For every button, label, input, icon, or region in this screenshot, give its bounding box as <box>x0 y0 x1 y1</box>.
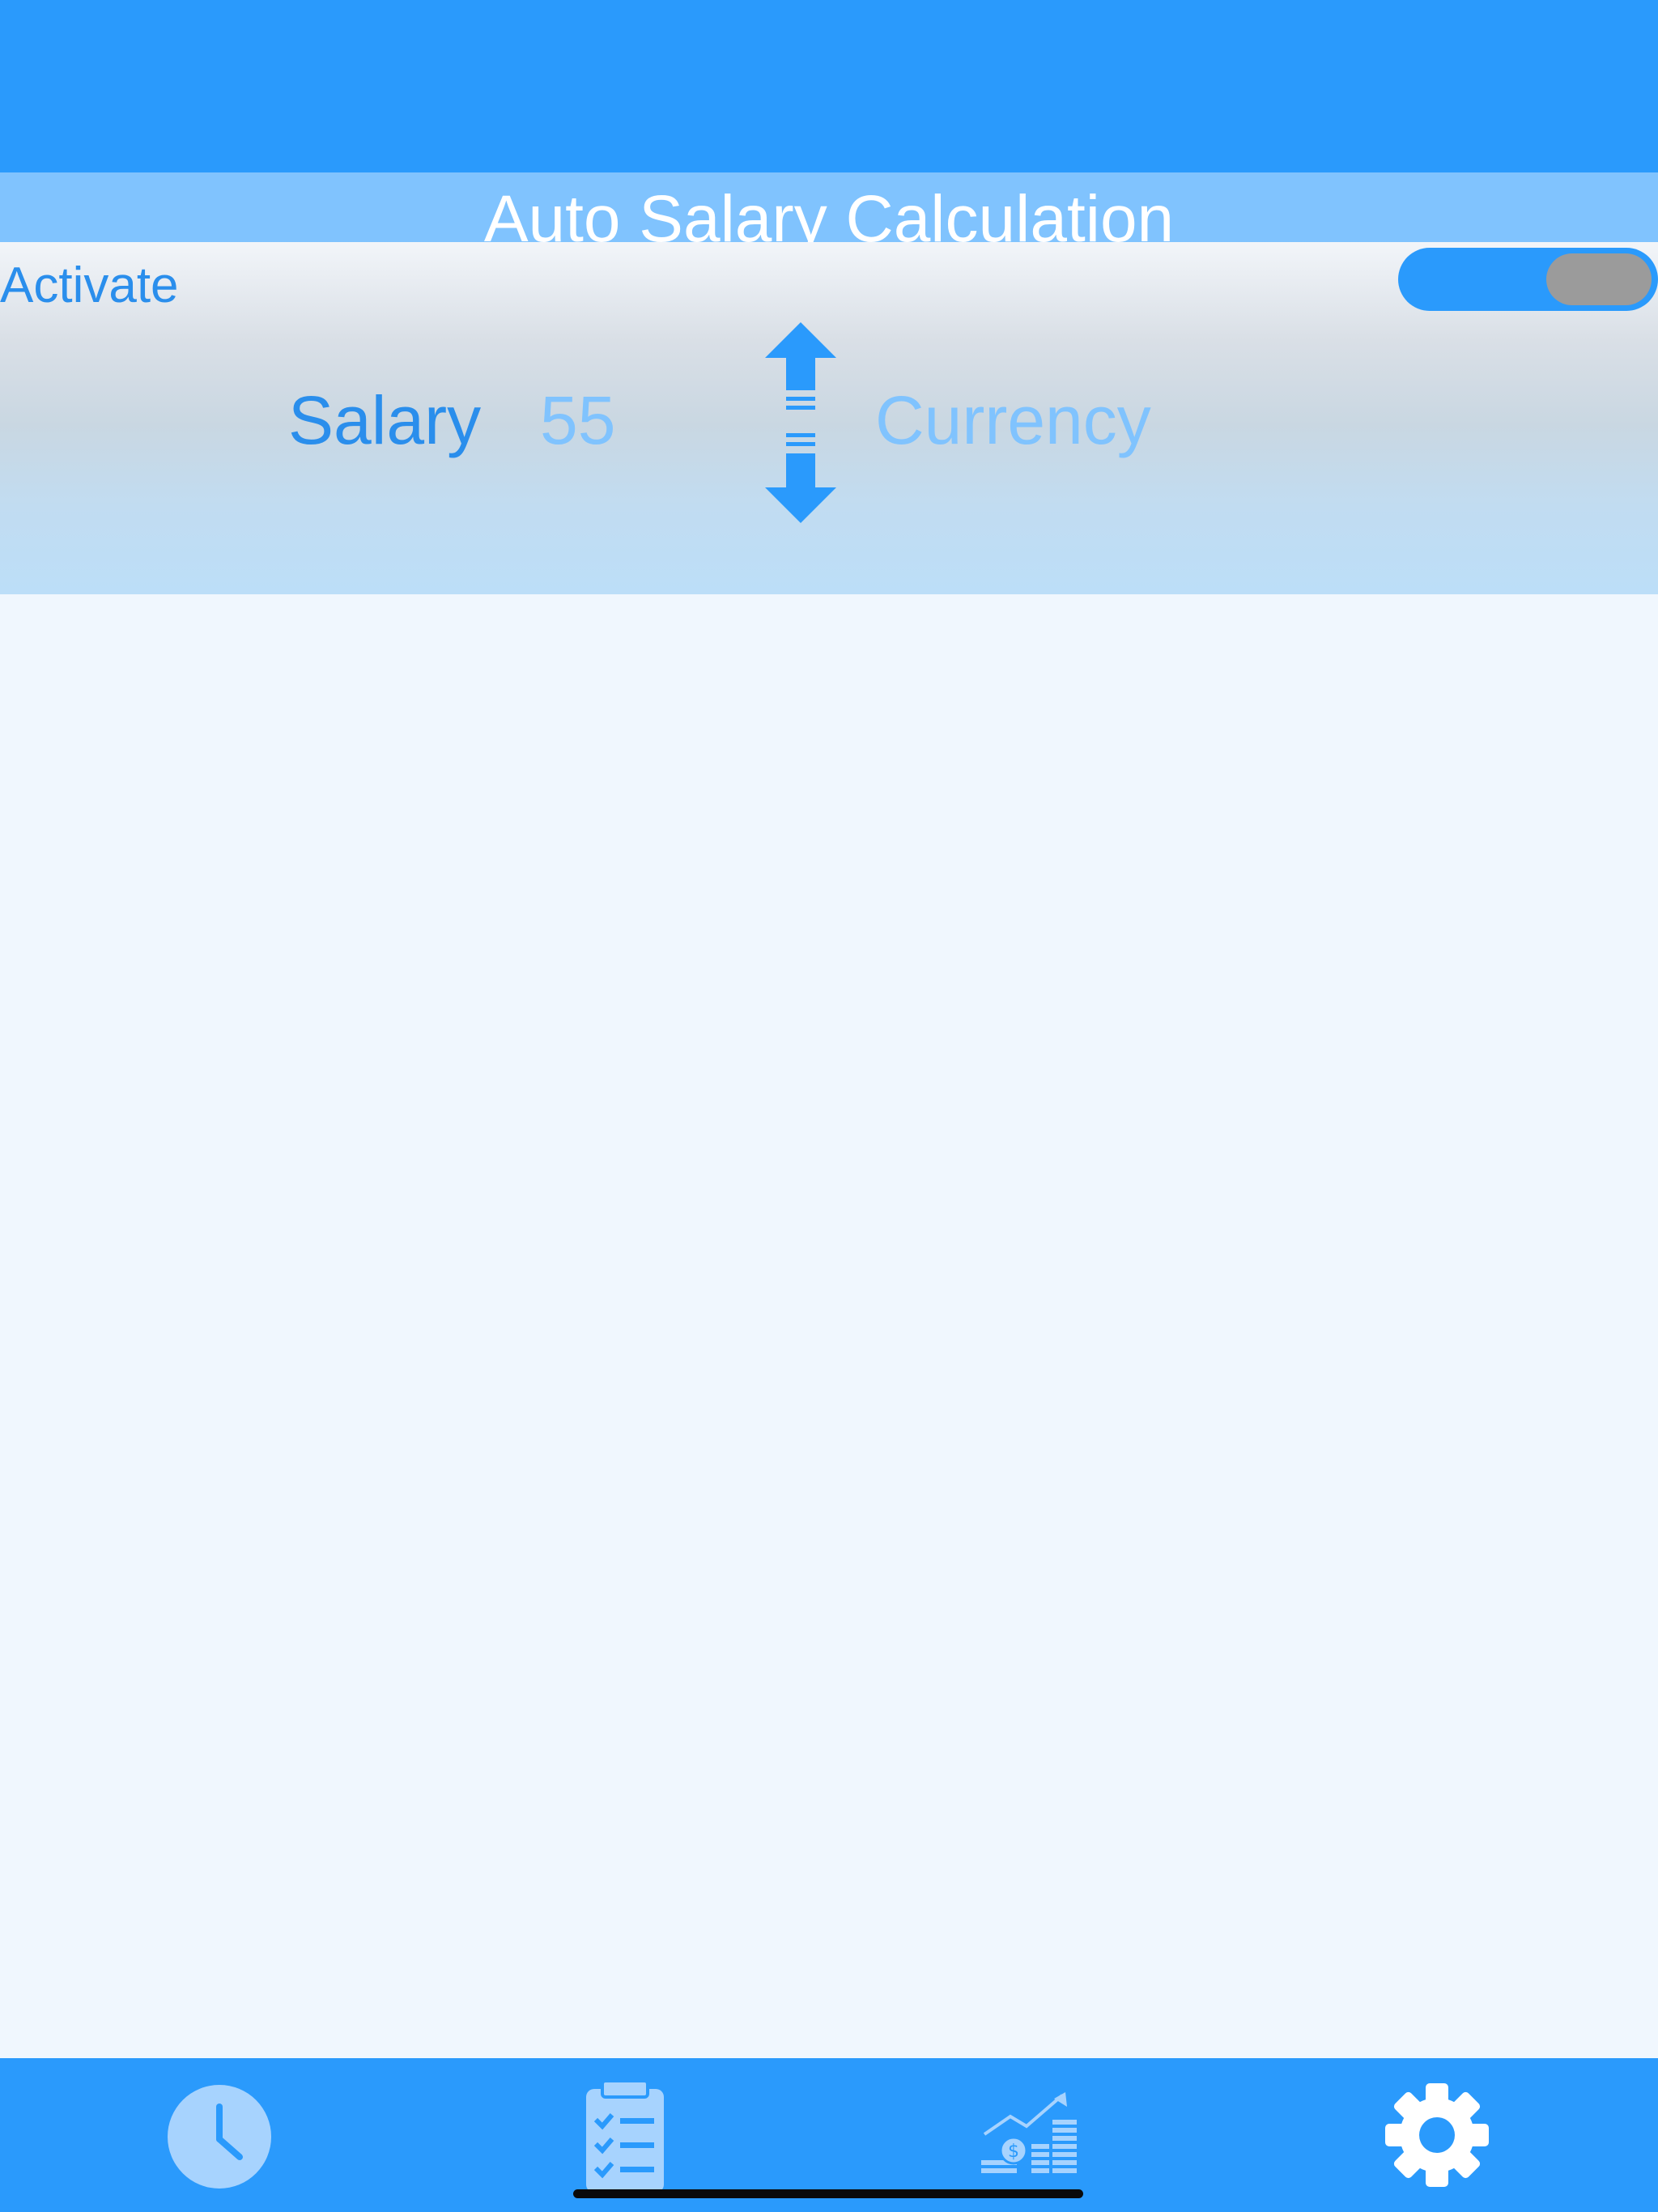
currency-selector[interactable]: Currency <box>875 380 1151 461</box>
toggle-knob <box>1546 253 1652 305</box>
page-title: Auto Salary Calculation <box>483 182 1175 242</box>
tab-clock[interactable] <box>0 2058 414 2212</box>
vertical-swap-arrows-icon[interactable] <box>765 322 836 523</box>
gear-icon <box>1385 2083 1489 2187</box>
title-bar: Auto Salary Calculation <box>0 172 1658 242</box>
money-growth-chart-icon: $ <box>981 2092 1077 2173</box>
salary-label: Salary <box>288 382 482 458</box>
activate-label: Activate <box>0 257 179 313</box>
home-indicator <box>573 2189 1083 2198</box>
status-header-bar <box>0 0 1658 172</box>
salary-settings-panel: Activate Salary 55 Currency <box>0 242 1658 594</box>
tab-settings[interactable] <box>1244 2058 1658 2212</box>
svg-text:$: $ <box>1008 2142 1019 2162</box>
activate-toggle[interactable] <box>1398 248 1658 311</box>
checklist-clipboard-icon <box>586 2081 664 2193</box>
salary-value-field[interactable]: 55 <box>540 380 615 461</box>
clock-icon <box>168 2085 271 2189</box>
